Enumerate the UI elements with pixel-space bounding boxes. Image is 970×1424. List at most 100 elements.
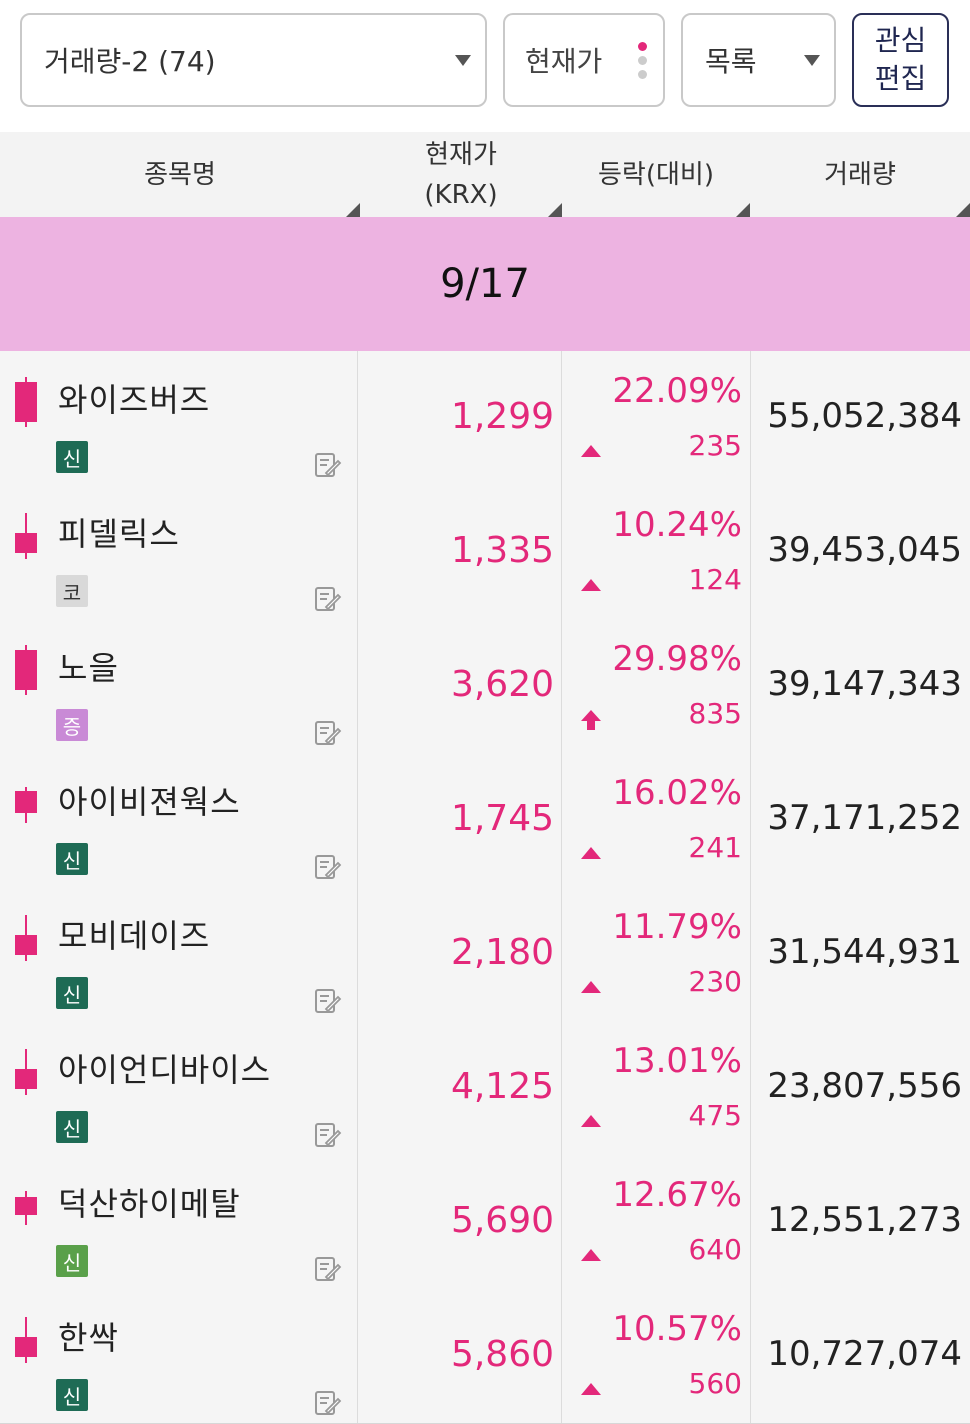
current-price: 5,690 <box>450 1200 554 1241</box>
group-select[interactable]: 거래량-2 (74) <box>20 13 487 107</box>
column-header-price-sublabel: (KRX) <box>424 179 498 210</box>
current-price: 3,620 <box>450 664 554 705</box>
column-header-change-label: 등락(대비) <box>598 159 714 190</box>
table-row[interactable]: 모비데이즈 신 2,180 11.79% 230 31,544,931 <box>0 887 970 1022</box>
candle-icon <box>12 1181 40 1231</box>
column-header-change[interactable]: 등락(대비) <box>562 132 750 217</box>
memo-icon[interactable] <box>314 451 342 479</box>
trade-volume: 23,807,556 <box>767 1066 962 1106</box>
sort-corner-icon <box>956 203 970 217</box>
trade-volume: 39,453,045 <box>767 530 962 570</box>
table-row[interactable]: 덕산하이메탈 신 5,690 12.67% 640 12,551,273 <box>0 1155 970 1290</box>
table-row[interactable]: 아이언디바이스 신 4,125 13.01% 475 23,807,556 <box>0 1021 970 1156</box>
trade-volume: 31,544,931 <box>767 932 962 972</box>
memo-icon[interactable] <box>314 585 342 613</box>
trade-volume: 39,147,343 <box>767 664 962 704</box>
limit-up-arrow-icon <box>581 710 601 730</box>
up-arrow-icon <box>581 1383 601 1395</box>
candle-icon <box>12 645 40 695</box>
candle-icon <box>12 779 40 829</box>
change-rate: 13.01% <box>612 1041 742 1081</box>
change-amount: 230 <box>688 965 742 998</box>
column-header-name-label: 종목명 <box>144 159 216 190</box>
group-select-label: 거래량-2 (74) <box>44 45 216 78</box>
current-price: 5,860 <box>450 1334 554 1375</box>
change-amount: 640 <box>688 1233 742 1266</box>
toolbar: 거래량-2 (74) 현재가 목록 관심 편집 <box>0 0 970 132</box>
table-header: 종목명 현재가 (KRX) 등락(대비) 거래량 <box>0 132 970 218</box>
up-arrow-icon <box>581 579 601 591</box>
market-badge: 신 <box>56 1379 88 1411</box>
candle-icon <box>12 377 40 427</box>
memo-icon[interactable] <box>314 1255 342 1283</box>
market-badge: 신 <box>56 843 88 875</box>
up-arrow-icon <box>581 1249 601 1261</box>
table-row[interactable]: 와이즈버즈 신 1,299 22.09% 235 55,052,384 <box>0 351 970 486</box>
market-badge: 신 <box>56 977 88 1009</box>
current-price: 1,335 <box>450 530 554 571</box>
stock-name: 모비데이즈 <box>58 917 211 955</box>
change-rate: 16.02% <box>612 773 742 813</box>
memo-icon[interactable] <box>314 1121 342 1149</box>
table-row[interactable]: 피델릭스 코 1,335 10.24% 124 39,453,045 <box>0 485 970 620</box>
stock-name: 피델릭스 <box>58 515 180 553</box>
change-amount: 475 <box>688 1099 742 1132</box>
change-amount: 124 <box>688 563 742 596</box>
change-amount: 835 <box>688 697 742 730</box>
table-row[interactable]: 한싹 신 5,860 10.57% 560 10,727,074 <box>0 1289 970 1424</box>
up-arrow-icon <box>581 1115 601 1127</box>
column-header-price[interactable]: 현재가 (KRX) <box>360 132 562 217</box>
date-label: 9/17 <box>440 261 530 307</box>
trade-volume: 37,171,252 <box>767 798 962 838</box>
sort-select[interactable]: 현재가 <box>503 13 665 107</box>
current-price: 4,125 <box>450 1066 554 1107</box>
candle-icon <box>12 511 40 561</box>
stock-name: 노을 <box>58 649 119 687</box>
stock-name: 아이언디바이스 <box>58 1051 272 1089</box>
column-header-volume[interactable]: 거래량 <box>750 132 970 217</box>
edit-watchlist-line1: 관심 <box>874 24 927 57</box>
change-amount: 241 <box>688 831 742 864</box>
candle-icon <box>12 1047 40 1097</box>
view-mode-select[interactable]: 목록 <box>681 13 836 107</box>
up-arrow-icon <box>581 981 601 993</box>
memo-icon[interactable] <box>314 719 342 747</box>
memo-icon[interactable] <box>314 987 342 1015</box>
edit-watchlist-line2: 편집 <box>874 62 927 95</box>
chevron-down-icon <box>455 54 471 66</box>
sort-corner-icon <box>736 203 750 217</box>
stock-name: 와이즈버즈 <box>58 381 211 419</box>
trade-volume: 10,727,074 <box>767 1334 962 1374</box>
column-header-name[interactable]: 종목명 <box>0 132 360 217</box>
up-arrow-icon <box>581 847 601 859</box>
stock-name: 덕산하이메탈 <box>58 1185 241 1223</box>
sort-corner-icon <box>346 203 360 217</box>
current-price: 1,745 <box>450 798 554 839</box>
up-arrow-icon <box>581 445 601 457</box>
sort-corner-icon <box>548 203 562 217</box>
trade-volume: 55,052,384 <box>767 396 962 436</box>
stock-name: 아이비젼웍스 <box>58 783 241 821</box>
date-banner: 9/17 <box>0 217 970 351</box>
edit-watchlist-button[interactable]: 관심 편집 <box>852 13 949 107</box>
candle-icon <box>12 913 40 963</box>
view-mode-label: 목록 <box>705 45 757 78</box>
change-rate: 12.67% <box>612 1175 742 1215</box>
market-badge: 신 <box>56 1245 88 1277</box>
market-badge: 신 <box>56 441 88 473</box>
current-price: 2,180 <box>450 932 554 973</box>
table-row[interactable]: 아이비젼웍스 신 1,745 16.02% 241 37,171,252 <box>0 753 970 888</box>
change-rate: 29.98% <box>612 639 742 679</box>
table-row[interactable]: 노을 증 3,620 29.98% 835 39,147,343 <box>0 619 970 754</box>
candle-icon <box>12 1315 40 1365</box>
trade-volume: 12,551,273 <box>767 1200 962 1240</box>
change-amount: 235 <box>688 429 742 462</box>
change-rate: 22.09% <box>612 371 742 411</box>
memo-icon[interactable] <box>314 853 342 881</box>
market-badge: 신 <box>56 1111 88 1143</box>
change-rate: 10.57% <box>612 1309 742 1349</box>
column-header-volume-label: 거래량 <box>824 159 896 190</box>
change-amount: 560 <box>688 1367 742 1400</box>
memo-icon[interactable] <box>314 1389 342 1417</box>
change-rate: 11.79% <box>612 907 742 947</box>
